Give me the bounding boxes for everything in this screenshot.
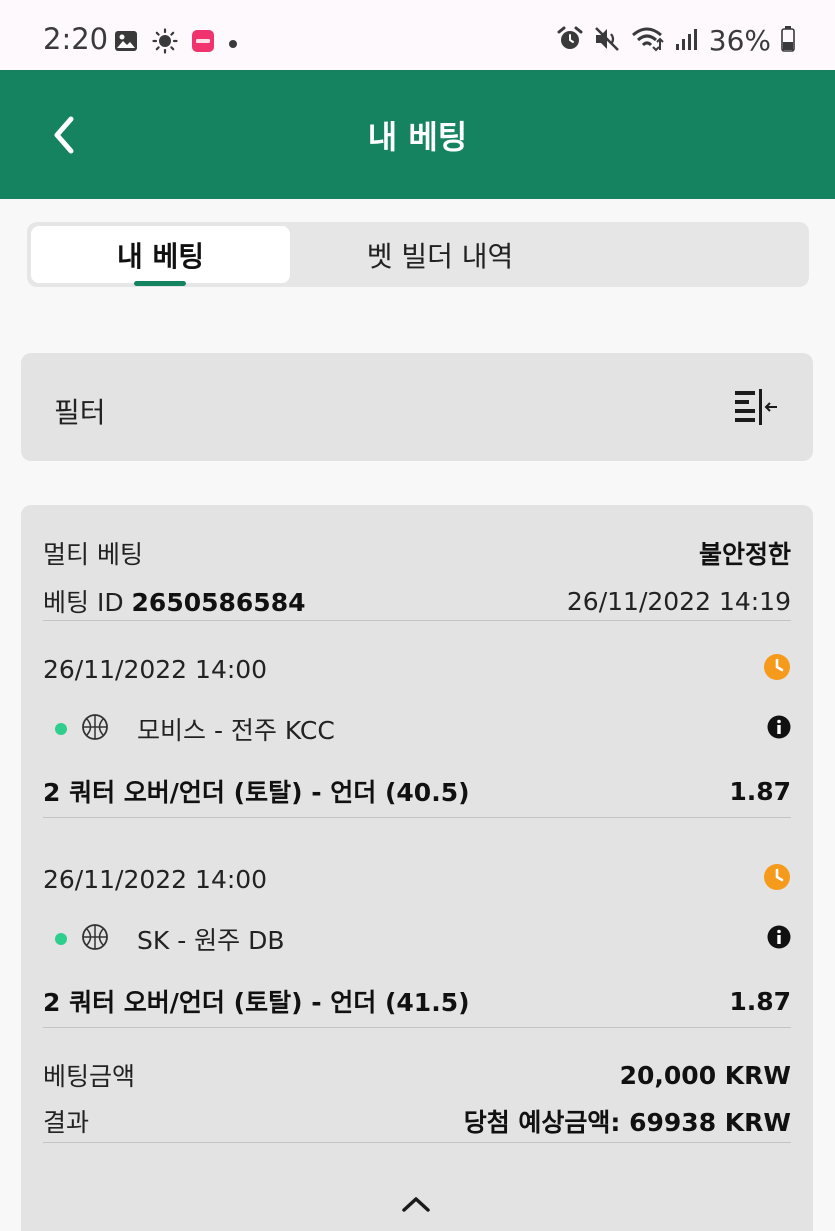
pending-clock-icon [763, 653, 791, 685]
live-status-dot [55, 723, 67, 735]
bet-type: 멀티 베팅 [43, 540, 143, 569]
selection-event-row: 모비스 - 전주 KCC [43, 711, 791, 747]
signal-icon [675, 27, 699, 55]
selection-datetime: 26/11/2022 14:00 [43, 864, 268, 894]
selection-market-row: 2 쿼터 오버/언더 (토탈) - 언더 (40.5) 1.87 [43, 773, 791, 809]
battery-icon [781, 25, 795, 56]
event-teams: 모비스 - 전주 KCC [137, 716, 335, 745]
selection-market: 2 쿼터 오버/언더 (토탈) - 언더 (40.5) [43, 778, 470, 807]
mute-icon [593, 26, 621, 56]
tab-label: 내 베팅 [116, 239, 205, 273]
tab-label: 벳 빌더 내역 [366, 239, 514, 273]
bet-status: 불안정한 [698, 540, 791, 569]
app-bar: 내 베팅 [0, 70, 835, 199]
wifi-icon [631, 26, 665, 56]
filter-bar[interactable]: 필터 [21, 353, 813, 461]
filter-label: 필터 [54, 396, 106, 429]
event-teams: SK - 원주 DB [137, 926, 285, 955]
selection-date-row: 26/11/2022 14:00 [43, 863, 791, 895]
basketball-icon [81, 923, 109, 955]
alarm-icon [557, 26, 583, 56]
bet-id: 2650586584 [131, 588, 306, 617]
bet-id-row: 베팅 ID 2650586584 26/11/2022 14:19 [43, 583, 791, 619]
selection-market: 2 쿼터 오버/언더 (토탈) - 언더 (41.5) [43, 988, 470, 1017]
bet-id-label: 베팅 ID [43, 588, 124, 617]
result-row: 결과 당첨 예상금액: 69938 KRW [43, 1103, 791, 1139]
info-icon[interactable] [767, 715, 791, 743]
selection-odds: 1.87 [729, 776, 791, 806]
result-label: 결과 [43, 1108, 90, 1137]
selection-market-row: 2 쿼터 오버/언더 (토탈) - 언더 (41.5) 1.87 [43, 983, 791, 1019]
bet-type-row: 멀티 베팅 불안정한 [43, 535, 791, 571]
info-icon[interactable] [767, 925, 791, 953]
bet-placed-at: 26/11/2022 14:19 [566, 586, 791, 616]
dot-icon [228, 34, 238, 53]
selection-date-row: 26/11/2022 14:00 [43, 653, 791, 685]
divider [43, 620, 791, 621]
gallery-icon [114, 29, 138, 57]
stake-amount: 20,000 KRW [619, 1060, 791, 1090]
potential-winnings: 당첨 예상금액: 69938 KRW [463, 1108, 791, 1137]
status-time: 2:20 [43, 22, 109, 56]
app-notification-icon [192, 30, 214, 56]
page-title: 내 베팅 [367, 118, 468, 156]
tab-my-bets[interactable]: 내 베팅 [31, 226, 290, 286]
chevron-up-icon [402, 1197, 430, 1212]
status-bar: 2:20 36% [0, 0, 835, 70]
selection-odds: 1.87 [729, 986, 791, 1016]
divider [43, 817, 791, 818]
pending-clock-icon [763, 863, 791, 895]
divider [43, 1027, 791, 1028]
filter-collapse-icon[interactable] [735, 389, 779, 429]
tab-bet-builder-history[interactable]: 벳 빌더 내역 [290, 226, 590, 283]
battery-percent: 36% [708, 24, 771, 57]
tab-bar: 내 베팅 벳 빌더 내역 [27, 222, 809, 287]
stake-row: 베팅금액 20,000 KRW [43, 1057, 791, 1093]
bet-card: 멀티 베팅 불안정한 베팅 ID 2650586584 26/11/2022 1… [21, 505, 813, 1231]
bet-id-group: 베팅 ID 2650586584 [43, 583, 305, 619]
stake-label: 베팅금액 [43, 1062, 136, 1091]
selection-event-row: SK - 원주 DB [43, 921, 791, 957]
basketball-icon [81, 713, 109, 745]
live-status-dot [55, 933, 67, 945]
selection-datetime: 26/11/2022 14:00 [43, 654, 268, 684]
brightness-icon [152, 28, 178, 58]
divider [43, 1142, 791, 1143]
collapse-card-button[interactable] [391, 1195, 441, 1225]
active-tab-indicator [134, 281, 186, 286]
